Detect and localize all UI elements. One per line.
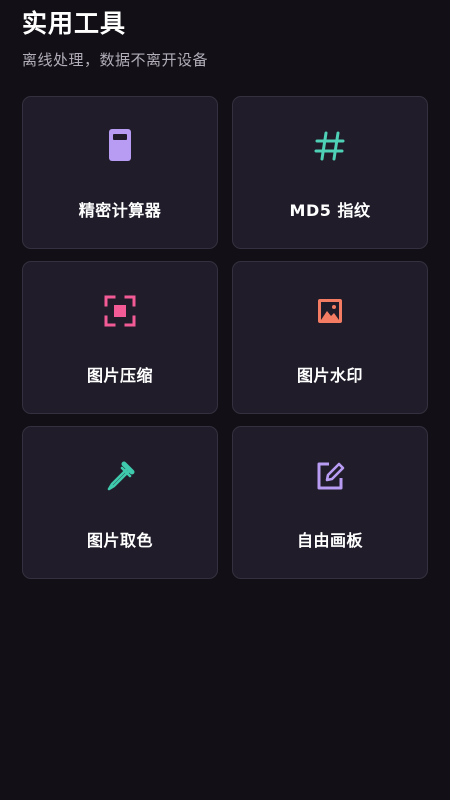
tools-grid: 精密计算器 MD5 指纹 图片压缩 图片水印 图片取色 自由画板: [22, 96, 428, 579]
tool-card-image-compress[interactable]: 图片压缩: [22, 261, 218, 414]
hash-icon: [311, 127, 349, 165]
calculator-icon: [101, 127, 139, 165]
tool-label: 图片水印: [296, 366, 363, 385]
tool-card-calculator[interactable]: 精密计算器: [22, 96, 218, 249]
tool-label: 图片压缩: [86, 366, 153, 385]
compress-icon: [101, 292, 139, 330]
tool-label: MD5 指纹: [289, 201, 371, 220]
tool-label: 图片取色: [86, 531, 153, 550]
tool-card-md5[interactable]: MD5 指纹: [232, 96, 428, 249]
tool-card-drawing-board[interactable]: 自由画板: [232, 426, 428, 579]
tool-card-image-watermark[interactable]: 图片水印: [232, 261, 428, 414]
eyedropper-icon: [101, 457, 139, 495]
image-icon: [311, 292, 349, 330]
page-subtitle: 离线处理，数据不离开设备: [22, 51, 209, 69]
tool-label: 精密计算器: [78, 201, 162, 220]
tool-label: 自由画板: [296, 531, 363, 550]
page-title: 实用工具: [22, 9, 127, 38]
tool-card-color-picker[interactable]: 图片取色: [22, 426, 218, 579]
edit-icon: [311, 457, 349, 495]
